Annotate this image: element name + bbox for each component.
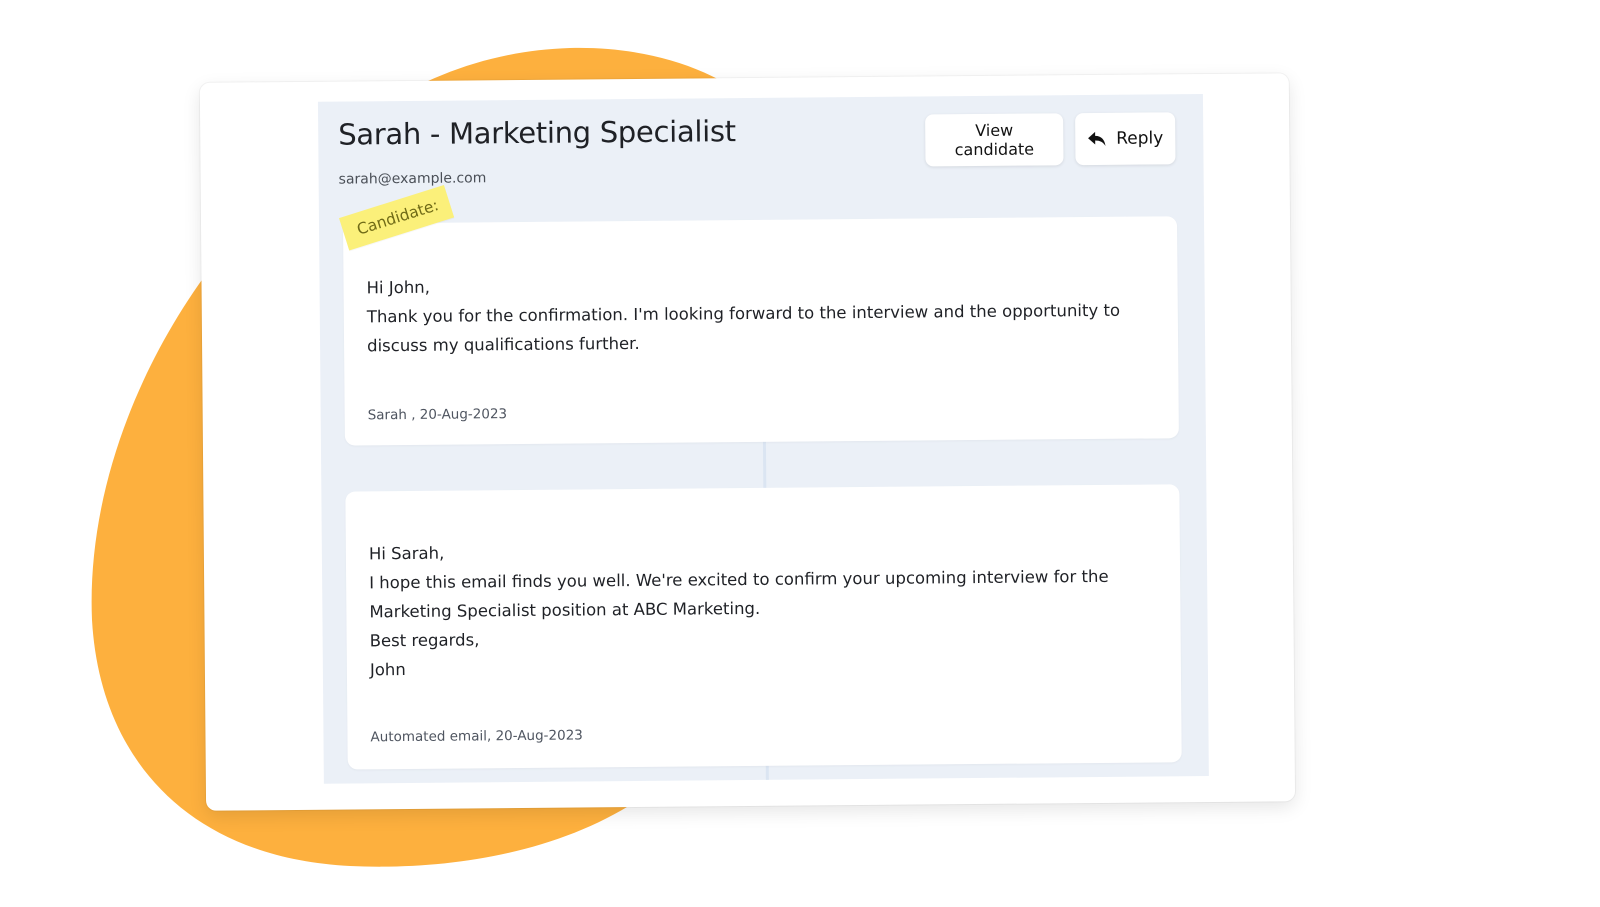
message-card: Hi Sarah, I hope this email finds you we… (345, 484, 1182, 770)
sender-email: sarah@example.com (338, 170, 487, 188)
reply-arrow-icon (1088, 131, 1106, 146)
message-body: Hi John, Thank you for the confirmation.… (366, 266, 1152, 360)
email-thread-panel: Sarah - Marketing Specialist sarah@examp… (317, 94, 1209, 784)
message-line: John (369, 660, 406, 680)
message-line: Thank you for the confirmation. I'm look… (366, 300, 1121, 356)
thread-title: Sarah - Marketing Specialist (338, 114, 736, 152)
message-meta: Automated email, 20-Aug-2023 (370, 727, 583, 746)
message-card: Hi John, Thank you for the confirmation.… (343, 216, 1179, 446)
view-candidate-button[interactable]: View candidate (925, 113, 1064, 167)
reply-button[interactable]: Reply (1075, 112, 1176, 166)
email-thread-stage: Sarah - Marketing Specialist sarah@examp… (0, 0, 1600, 907)
view-candidate-label: View candidate (954, 120, 1035, 160)
message-line: I hope this email finds you well. We're … (369, 566, 1109, 622)
message-meta: Sarah , 20-Aug-2023 (367, 406, 508, 424)
reply-label: Reply (1116, 128, 1164, 149)
message-body: Hi Sarah, I hope this email finds you we… (369, 532, 1155, 684)
